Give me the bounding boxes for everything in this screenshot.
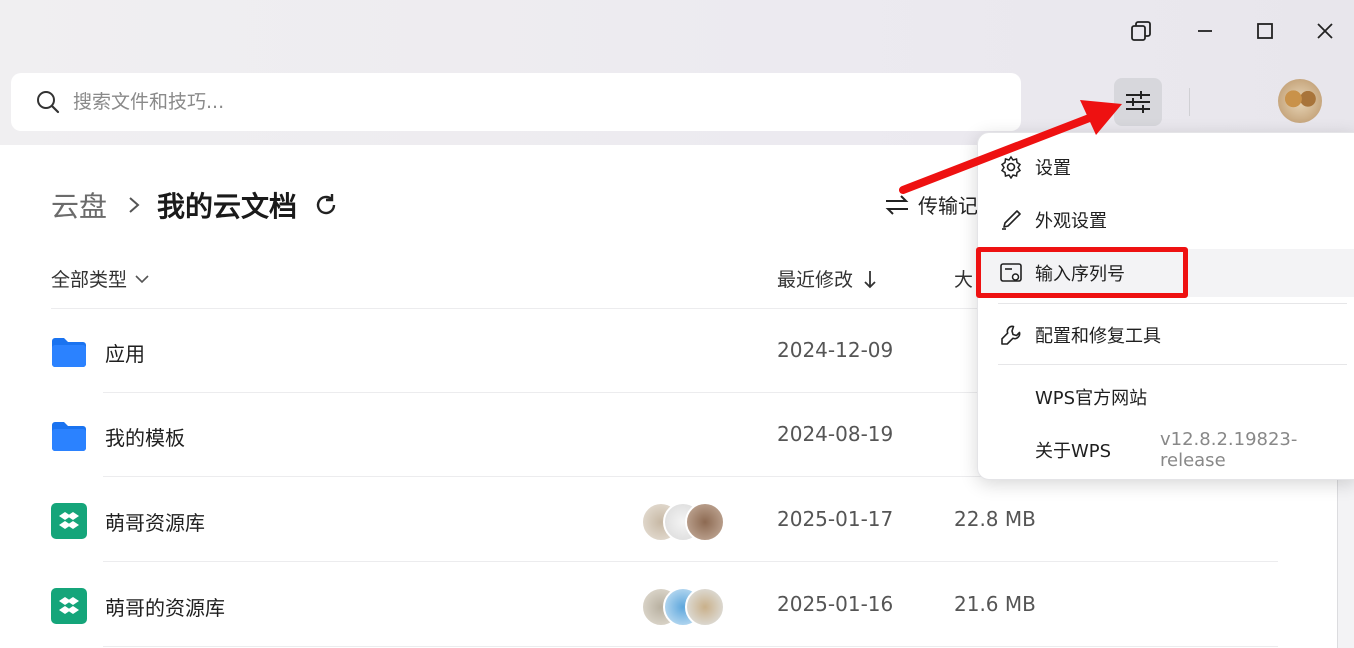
breadcrumb-root[interactable]: 云盘 (51, 185, 107, 225)
transfer-icon (885, 194, 909, 215)
menu-label: 设置 (1035, 158, 1071, 179)
chevron-down-icon (135, 274, 149, 283)
transfer-label: 传输记 (918, 194, 978, 218)
table-row[interactable]: 萌哥资源库 2025-01-17 22.8 MB (51, 478, 1278, 562)
transfer-button[interactable]: 传输记 (884, 190, 978, 219)
file-name[interactable]: 我的模板 (105, 422, 185, 451)
table-row[interactable]: 萌哥的资源库 2025-01-16 21.6 MB (51, 563, 1278, 647)
file-date: 2025-01-17 (777, 507, 894, 531)
file-name[interactable]: 萌哥资源库 (105, 507, 205, 536)
shared-space-icon (51, 588, 87, 624)
file-name[interactable]: 应用 (105, 338, 145, 367)
folder-icon (52, 422, 86, 451)
sort-modified[interactable]: 最近修改 (777, 265, 877, 292)
file-date: 2024-12-09 (777, 338, 894, 362)
highlight-box (976, 247, 1188, 298)
menu-label: 外观设置 (1035, 211, 1107, 232)
page-title: 我的云文档 (157, 190, 298, 223)
menu-item-repair-tool[interactable]: 配置和修复工具 (978, 311, 1354, 359)
folder-icon (52, 338, 86, 367)
type-filter[interactable]: 全部类型 (51, 265, 149, 292)
row-divider (103, 646, 1278, 647)
close-icon[interactable] (1310, 16, 1340, 46)
file-date: 2025-01-16 (777, 592, 894, 616)
maximize-icon[interactable] (1250, 16, 1280, 46)
filter-sliders-button[interactable] (1114, 78, 1162, 126)
menu-label: WPS官方网站 (1035, 388, 1148, 409)
row-divider (103, 561, 1278, 562)
member-avatars (641, 502, 725, 542)
menu-item-appearance[interactable]: 外观设置 (978, 196, 1354, 244)
file-date: 2024-08-19 (777, 422, 894, 446)
minimize-icon[interactable] (1190, 16, 1220, 46)
size-column-label: 大 (954, 269, 974, 291)
header-divider (1189, 88, 1190, 116)
menu-item-about[interactable]: 关于WPS v12.8.2.19823-release (978, 426, 1354, 474)
modified-column-label: 最近修改 (777, 269, 854, 291)
search-icon (37, 91, 60, 114)
filter-sliders-icon (1126, 91, 1150, 113)
menu-label: 配置和修复工具 (1035, 326, 1161, 347)
menu-label: 关于WPS (1035, 441, 1112, 462)
brush-icon (998, 207, 1024, 233)
member-avatars (641, 587, 725, 627)
search-input[interactable] (71, 90, 975, 114)
avatar[interactable] (1278, 79, 1322, 123)
gear-icon (998, 154, 1024, 180)
breadcrumb: 云盘 我的云文档 (51, 183, 339, 227)
restore-window-icon[interactable] (1126, 16, 1156, 46)
type-filter-label: 全部类型 (51, 269, 128, 291)
menu-item-settings[interactable]: 设置 (978, 143, 1354, 191)
file-size: 22.8 MB (954, 507, 1036, 531)
size-column[interactable]: 大 (954, 265, 973, 292)
chevron-right-icon (129, 197, 140, 213)
wrench-icon (998, 322, 1024, 348)
settings-menu: 设置 外观设置 输入序列号 配置和修复工具 WPS官方网站 关于WPS v12.… (977, 132, 1354, 480)
menu-item-website[interactable]: WPS官方网站 (978, 373, 1354, 421)
file-size: 21.6 MB (954, 592, 1036, 616)
shared-space-icon (51, 503, 87, 539)
menu-divider (998, 303, 1347, 304)
menu-divider (998, 364, 1347, 365)
file-name[interactable]: 萌哥的资源库 (105, 592, 225, 621)
version-text: v12.8.2.19823-release (1160, 429, 1298, 471)
arrow-down-icon (864, 270, 876, 288)
refresh-icon[interactable] (313, 192, 339, 218)
search-box[interactable] (11, 73, 1021, 131)
